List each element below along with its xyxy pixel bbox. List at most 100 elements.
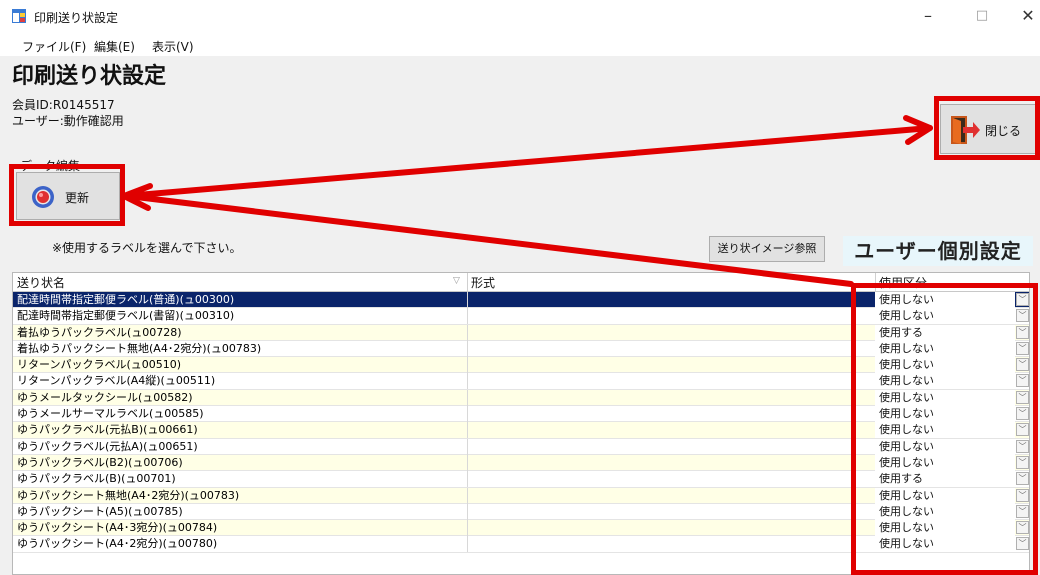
format-cell <box>467 536 468 553</box>
usage-select[interactable]: 使用しない <box>875 406 1015 423</box>
close-button[interactable]: 閉じる <box>940 104 1036 154</box>
column-header-format[interactable]: 形式 <box>471 274 495 291</box>
table-row[interactable]: ゆうパックラベル(元払A)(ュ00651) 使用しない ﹀ <box>13 438 1029 455</box>
window-title: 印刷送り状設定 <box>34 11 119 25</box>
table-row[interactable]: 配達時間帯指定郵便ラベル(書留)(ュ00310) 使用しない ﹀ <box>13 308 1029 325</box>
dropdown-arrow-icon[interactable]: ﹀ <box>1016 423 1029 437</box>
label-name-cell: 配達時間帯指定郵便ラベル(普通)(ュ00300) <box>17 293 235 306</box>
format-cell <box>467 373 468 390</box>
usage-select[interactable]: 使用しない <box>875 292 1015 308</box>
arrow-head-update <box>121 183 153 211</box>
usage-select[interactable]: 使用する <box>875 471 1015 488</box>
user-setting-callout: ユーザー個別設定 <box>843 236 1033 266</box>
usage-select[interactable]: 使用しない <box>875 422 1015 439</box>
dropdown-arrow-icon[interactable]: ﹀ <box>1016 488 1029 502</box>
label-name-cell: リターンパックラベル(A4縦)(ュ00511) <box>17 374 216 388</box>
table-row[interactable]: ゆうメールタックシール(ュ00582) 使用しない ﹀ <box>13 389 1029 407</box>
table-row[interactable]: ゆうパックシート(A4･3宛分)(ュ00784) 使用しない ﹀ <box>13 520 1029 537</box>
table-row[interactable]: ゆうパックシート(A4･2宛分)(ュ00780) 使用しない ﹀ <box>13 536 1029 553</box>
usage-value: 使用しない <box>879 439 934 453</box>
minimize-button[interactable]: – <box>908 0 948 34</box>
dropdown-arrow-icon[interactable]: ﹀ <box>1016 407 1029 421</box>
close-window-button[interactable]: ✕ <box>1008 0 1040 34</box>
table-row[interactable]: リターンパックラベル(ュ00510) 使用しない ﹀ <box>13 357 1029 374</box>
dropdown-arrow-icon[interactable]: ﹀ <box>1016 309 1029 323</box>
user-name: ユーザー:動作確認用 <box>12 114 124 128</box>
arrow-head-close <box>903 115 933 145</box>
refresh-icon <box>32 186 54 208</box>
usage-select[interactable]: 使用しない <box>875 308 1015 325</box>
usage-value: 使用しない <box>879 309 934 323</box>
dropdown-arrow-icon[interactable]: ﹀ <box>1016 504 1029 518</box>
usage-select[interactable]: 使用しない <box>875 373 1015 390</box>
dropdown-arrow-icon[interactable]: ﹀ <box>1016 374 1029 388</box>
column-header-usage[interactable]: 使用区分 <box>879 274 927 291</box>
usage-value: 使用する <box>879 325 923 339</box>
usage-value: 使用しない <box>879 455 934 469</box>
usage-value: 使用しない <box>879 293 934 306</box>
label-name-cell: 配達時間帯指定郵便ラベル(書留)(ュ00310) <box>17 309 235 323</box>
usage-value: 使用しない <box>879 521 934 535</box>
table-row[interactable]: ゆうパックラベル(元払B)(ュ00661) 使用しない ﹀ <box>13 422 1029 439</box>
menu-view[interactable]: 表示(V) <box>152 38 194 55</box>
close-button-label: 閉じる <box>985 124 1022 138</box>
usage-select[interactable]: 使用しない <box>875 454 1015 471</box>
dropdown-arrow-icon[interactable]: ﹀ <box>1016 439 1029 453</box>
usage-value: 使用しない <box>879 488 934 502</box>
usage-value: 使用しない <box>879 390 934 404</box>
label-name-cell: ゆうメールサーマルラベル(ュ00585) <box>17 407 204 421</box>
dropdown-arrow-icon[interactable]: ﹀ <box>1016 521 1029 535</box>
format-cell <box>467 357 468 374</box>
label-name-cell: ゆうパックシート(A4･3宛分)(ュ00784) <box>17 521 218 535</box>
dropdown-arrow-icon[interactable]: ﹀ <box>1016 455 1029 469</box>
dropdown-arrow-icon[interactable]: ﹀ <box>1016 341 1029 355</box>
format-cell <box>467 324 468 341</box>
table-row[interactable]: ゆうメールサーマルラベル(ュ00585) 使用しない ﹀ <box>13 406 1029 423</box>
column-divider <box>875 273 876 291</box>
table-row[interactable]: 着払ゆうパックシート無地(A4･2宛分)(ュ00783) 使用しない ﹀ <box>13 340 1029 358</box>
menu-edit[interactable]: 編集(E) <box>94 38 135 55</box>
usage-select[interactable]: 使用しない <box>875 357 1015 374</box>
dropdown-arrow-icon[interactable]: ﹀ <box>1016 358 1029 372</box>
usage-select[interactable]: 使用しない <box>875 340 1015 357</box>
table-row[interactable]: ゆうパックラベル(B)(ュ00701) 使用する ﹀ <box>13 471 1029 488</box>
usage-select[interactable]: 使用しない <box>875 503 1015 520</box>
column-divider <box>467 273 468 291</box>
column-header-name[interactable]: 送り状名 <box>17 274 65 291</box>
table-row[interactable]: ゆうパックラベル(B2)(ュ00706) 使用しない ﹀ <box>13 454 1029 472</box>
format-cell <box>467 389 468 406</box>
usage-select[interactable]: 使用しない <box>875 438 1015 455</box>
label-image-button[interactable]: 送り状イメージ参照 <box>709 236 825 262</box>
title-bar: 印刷送り状設定 – □ ✕ <box>0 0 1040 34</box>
dropdown-arrow-icon[interactable]: ﹀ <box>1016 537 1029 551</box>
table-row[interactable]: ゆうパックシート(A5)(ュ00785) 使用しない ﹀ <box>13 503 1029 521</box>
table-row[interactable]: リターンパックラベル(A4縦)(ュ00511) 使用しない ﹀ <box>13 373 1029 390</box>
application-window: 印刷送り状設定 – □ ✕ ファイル(F) 編集(E) 表示(V) 印刷送り状設… <box>0 0 1040 575</box>
dropdown-arrow-icon[interactable]: ﹀ <box>1016 293 1029 306</box>
format-cell <box>467 292 468 308</box>
grid-rows: 配達時間帯指定郵便ラベル(普通)(ュ00300) 使用しない ﹀ 配達時間帯指定郵便ラ… <box>13 292 1029 553</box>
dropdown-arrow-icon[interactable]: ﹀ <box>1016 390 1029 404</box>
usage-select[interactable]: 使用しない <box>875 389 1015 406</box>
table-row[interactable]: 配達時間帯指定郵便ラベル(普通)(ュ00300) 使用しない ﹀ <box>13 292 1029 309</box>
usage-select[interactable]: 使用しない <box>875 520 1015 537</box>
usage-select[interactable]: 使用する <box>875 324 1015 341</box>
label-name-cell: ゆうパックシート無地(A4･2宛分)(ュ00783) <box>17 488 240 502</box>
format-cell <box>467 520 468 537</box>
usage-value: 使用しない <box>879 423 934 437</box>
table-row[interactable]: ゆうパックシート無地(A4･2宛分)(ュ00783) 使用しない ﹀ <box>13 487 1029 504</box>
usage-value: 使用しない <box>879 407 934 421</box>
menu-bar: ファイル(F) 編集(E) 表示(V) <box>0 34 1040 56</box>
member-id: 会員ID:R0145517 <box>12 98 115 112</box>
maximize-button[interactable]: □ <box>962 0 1002 34</box>
table-row[interactable]: 着払ゆうパックラベル(ュ00728) 使用する ﹀ <box>13 324 1029 341</box>
dropdown-arrow-icon[interactable]: ﹀ <box>1016 325 1029 339</box>
label-name-cell: 着払ゆうパックラベル(ュ00728) <box>17 325 182 339</box>
update-button[interactable]: 更新 <box>16 172 120 220</box>
usage-select[interactable]: 使用しない <box>875 536 1015 553</box>
usage-select[interactable]: 使用しない <box>875 487 1015 504</box>
dropdown-arrow-icon[interactable]: ﹀ <box>1016 472 1029 486</box>
format-cell <box>467 503 468 520</box>
format-cell <box>467 438 468 455</box>
menu-file[interactable]: ファイル(F) <box>22 38 86 55</box>
